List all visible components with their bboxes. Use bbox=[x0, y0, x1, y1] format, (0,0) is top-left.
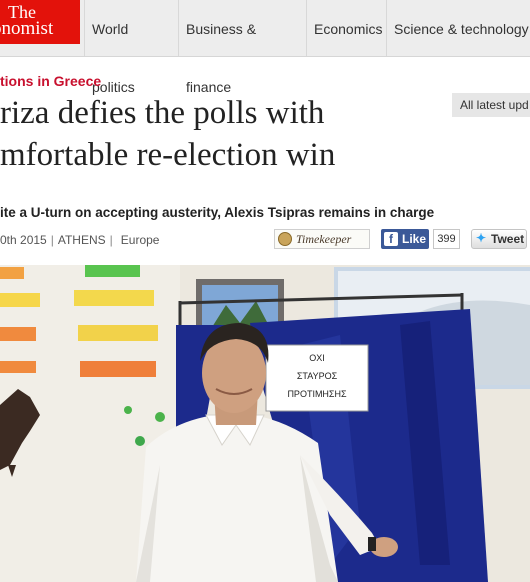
nav-science-technology[interactable]: Science & technology bbox=[386, 0, 530, 56]
headline-line-1: riza defies the polls with bbox=[0, 95, 325, 131]
timekeeper-button[interactable]: Timekeeper bbox=[274, 229, 370, 249]
facebook-icon: f bbox=[384, 232, 398, 246]
tweet-button[interactable]: ✦ Tweet bbox=[471, 229, 527, 249]
section-label[interactable]: tions in Greece bbox=[0, 73, 101, 89]
article-photo: ΟΧΙ ΣΤΑΥΡΟΣ ΠΡΟΤΙΜΗΣΗΣ bbox=[0, 265, 530, 582]
article-meta: 0th 2015 | ATHENS | Europe bbox=[0, 233, 159, 247]
meta-separator: | bbox=[50, 233, 54, 247]
timekeeper-label: Timekeeper bbox=[296, 232, 352, 246]
booth-sign-line-3: ΠΡΟΤΙΜΗΣΗΣ bbox=[287, 389, 347, 399]
economist-logo[interactable]: The onomist bbox=[0, 0, 80, 44]
booth-sign-line-1: ΟΧΙ bbox=[309, 353, 325, 363]
like-label: Like bbox=[402, 232, 427, 246]
all-latest-updates-button[interactable]: All latest upd bbox=[452, 93, 530, 117]
nav-economics[interactable]: Economics bbox=[306, 0, 386, 56]
article-date: 0th 2015 bbox=[0, 233, 47, 247]
article-location: ATHENS bbox=[57, 233, 106, 247]
article-rubric: ite a U-turn on accepting austerity, Ale… bbox=[0, 205, 435, 220]
photo-illustration: ΟΧΙ ΣΤΑΥΡΟΣ ΠΡΟΤΙΜΗΣΗΣ bbox=[0, 265, 530, 582]
twitter-bird-icon: ✦ bbox=[476, 231, 487, 245]
top-navigation: The onomist World politics Business & fi… bbox=[0, 0, 530, 95]
clock-icon bbox=[278, 232, 292, 246]
tweet-label: Tweet bbox=[491, 232, 525, 246]
booth-sign-line-2: ΣΤΑΥΡΟΣ bbox=[297, 371, 338, 381]
like-count: 399 bbox=[433, 229, 460, 249]
article-category[interactable]: Europe bbox=[121, 233, 160, 247]
headline-line-2: mfortable re-election win bbox=[0, 137, 336, 173]
logo-line-2: onomist bbox=[0, 18, 54, 39]
nav-world-politics[interactable]: World politics bbox=[84, 0, 178, 95]
meta-separator: | bbox=[109, 233, 113, 247]
nav-business-finance[interactable]: Business & finance bbox=[178, 0, 306, 95]
article-headline: riza defies the polls with mfortable re-… bbox=[0, 92, 440, 176]
facebook-like-button[interactable]: f Like bbox=[381, 229, 429, 249]
